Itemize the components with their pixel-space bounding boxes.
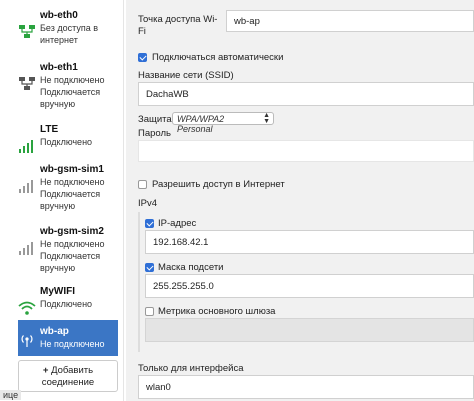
internet-access-checkbox[interactable] xyxy=(138,180,147,189)
auto-connect-label: Подключаться автоматически xyxy=(152,52,284,63)
add-connection-button[interactable]: + Добавить соединение xyxy=(18,360,118,392)
connection-item-wb-ap[interactable]: wb-ap Не подключено xyxy=(18,320,118,356)
connection-status: Не подключено Подключается вручную xyxy=(40,177,105,211)
subnet-mask-checkbox[interactable] xyxy=(145,263,154,272)
gateway-metric-field[interactable] xyxy=(145,318,474,342)
ip-address-checkbox[interactable] xyxy=(145,219,154,228)
auto-connect-checkbox[interactable] xyxy=(138,53,147,62)
ip-address-label: IP-адрес xyxy=(158,218,197,229)
connection-item-wb-gsm-sim1[interactable]: wb-gsm-sim1 Не подключено Подключается в… xyxy=(18,164,118,222)
security-label: Защита xyxy=(138,114,172,125)
subnet-mask-label: Маска подсети xyxy=(158,262,224,273)
wifi-icon xyxy=(18,301,36,315)
connection-status: Без доступа в интернет xyxy=(40,23,98,45)
password-label: Пароль xyxy=(138,128,171,139)
security-select[interactable]: WPA/WPA2 Personal ▲ ▼ xyxy=(172,112,274,134)
connection-status: Подключено xyxy=(40,137,93,147)
connection-status: Не подключено Подключается вручную xyxy=(40,75,105,109)
connections-sidebar: wb-eth0 Без доступа в интернет wb-eth1 Н… xyxy=(0,0,124,401)
connection-name: wb-eth0 xyxy=(40,10,78,21)
password-field[interactable] xyxy=(138,140,474,162)
ap-name-field[interactable]: wb-ap xyxy=(226,10,474,32)
ssid-label: Название сети (SSID) xyxy=(138,70,234,81)
interface-only-label: Только для интерфейса xyxy=(138,363,244,374)
ethernet-disconnected-icon xyxy=(19,77,35,90)
connection-name: MyWIFI xyxy=(40,286,75,297)
ethernet-connected-icon xyxy=(19,25,35,38)
gateway-metric-checkbox[interactable] xyxy=(145,307,154,316)
signal-bars-empty-icon xyxy=(19,180,33,193)
connection-item-wb-eth1[interactable]: wb-eth1 Не подключено Подключается вручн… xyxy=(18,62,118,120)
connection-name: wb-gsm-sim1 xyxy=(40,164,104,175)
clipped-label: ице xyxy=(0,390,22,400)
connection-name: LTE xyxy=(40,124,59,135)
ssid-field[interactable]: DachaWB xyxy=(138,82,474,106)
internet-access-label: Разрешить доступ в Интернет xyxy=(152,179,285,190)
connection-name: wb-eth1 xyxy=(40,62,78,73)
connection-item-wb-gsm-sim2[interactable]: wb-gsm-sim2 Не подключено Подключается в… xyxy=(18,226,118,284)
gateway-metric-label: Метрика основного шлюза xyxy=(158,306,276,317)
signal-bars-empty-icon xyxy=(19,242,33,255)
connection-item-wb-eth0[interactable]: wb-eth0 Без доступа в интернет xyxy=(18,10,118,68)
ipv4-label: IPv4 xyxy=(138,198,158,209)
connection-status: Не подключено Подключается вручную xyxy=(40,239,105,273)
interface-field[interactable]: wlan0 xyxy=(138,375,474,399)
subnet-mask-field[interactable]: 255.255.255.0 xyxy=(145,274,474,298)
ip-address-field[interactable]: 192.168.42.1 xyxy=(145,230,474,254)
connection-status: Не подключено xyxy=(40,339,105,349)
ap-label: Точка доступа Wi- Fi xyxy=(138,14,218,37)
signal-bars-icon xyxy=(19,140,33,153)
connection-name: wb-gsm-sim2 xyxy=(40,226,104,237)
select-arrows-icon: ▲ ▼ xyxy=(263,112,270,125)
access-point-icon xyxy=(21,335,33,347)
connection-name: wb-ap xyxy=(40,326,69,337)
plus-icon: + xyxy=(42,365,49,376)
connection-status: Подключено xyxy=(40,299,93,309)
